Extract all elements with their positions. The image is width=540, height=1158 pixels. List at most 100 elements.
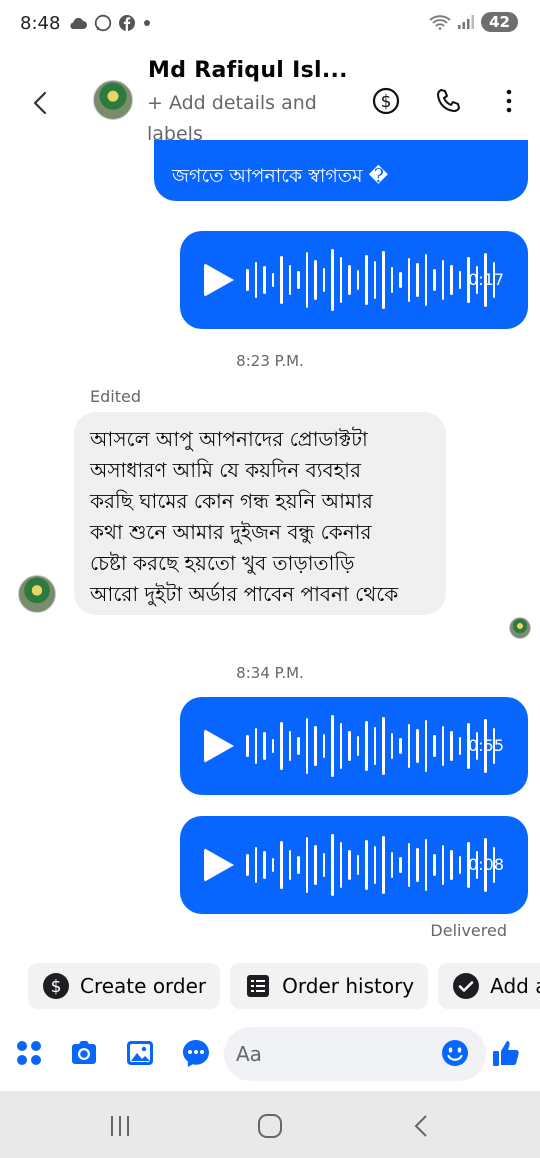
emoji-icon[interactable] <box>440 1038 470 1068</box>
chip-label: Create order <box>80 974 207 998</box>
delivered-status: Delivered <box>430 921 507 940</box>
message-line: অসাধারণ আমি যে কয়দিন ব্যবহার <box>90 458 361 482</box>
chat-icon[interactable] <box>181 1038 211 1068</box>
waveform <box>246 830 495 900</box>
waveform <box>246 245 495 315</box>
more-icon[interactable] <box>494 86 524 116</box>
waveform-bar <box>271 273 274 287</box>
status-bar: 8:48 42 <box>0 0 540 46</box>
wifi-icon <box>429 15 451 30</box>
waveform-bar <box>263 851 266 879</box>
signal-icon <box>458 15 475 29</box>
battery-icon: 42 <box>481 12 518 32</box>
message-line: আরো দুইটা অর্ডার পাবেন পাবনা থেকে <box>90 582 399 606</box>
waveform-bar <box>288 265 291 295</box>
play-icon[interactable] <box>204 848 234 882</box>
svg-text:$: $ <box>381 92 392 112</box>
image-icon[interactable] <box>125 1038 155 1068</box>
waveform-bar <box>458 271 461 289</box>
facebook-icon <box>119 15 136 31</box>
back-arrow-icon[interactable] <box>26 88 56 118</box>
apps-icon[interactable] <box>14 1038 44 1068</box>
back-icon[interactable] <box>405 1109 439 1143</box>
waveform-bar <box>416 729 419 763</box>
audio-message[interactable]: 0:55 <box>180 697 528 795</box>
svg-text:$: $ <box>51 977 62 997</box>
contact-name[interactable]: Md Rafiqul Isl... <box>148 58 348 83</box>
waveform-bar <box>356 270 359 290</box>
chip-label: Add a <box>490 974 540 998</box>
waveform-bar <box>348 850 351 880</box>
waveform-bar <box>331 715 334 777</box>
waveform-bar <box>271 739 274 753</box>
chip-label: Order history <box>282 974 415 998</box>
timestamp: 8:23 P.M. <box>236 352 304 370</box>
waveform-bar <box>373 261 376 299</box>
waveform-bar <box>305 718 308 774</box>
message-text: জগতে আপনাকে স্বাগতম � <box>172 165 389 187</box>
create-order-button[interactable]: $ Create order <box>28 963 221 1009</box>
waveform-bar <box>458 737 461 755</box>
waveform-bar <box>280 722 283 770</box>
waveform-bar <box>390 733 393 759</box>
dollar-icon[interactable]: $ <box>371 86 401 116</box>
waveform-bar <box>424 839 427 891</box>
waveform-bar <box>305 837 308 893</box>
waveform-bar <box>339 842 342 888</box>
waveform-bar <box>433 854 436 876</box>
waveform-bar <box>246 269 249 291</box>
thumbs-up-icon[interactable] <box>491 1038 521 1068</box>
waveform-bar <box>314 260 317 300</box>
contact-avatar[interactable] <box>93 80 133 120</box>
waveform-bar <box>450 850 453 880</box>
waveform-bar <box>390 852 393 878</box>
waveform-bar <box>314 726 317 766</box>
incoming-message[interactable]: আসলে আপু আপনাদের প্রোডাক্টটা অসাধারণ আমি… <box>74 412 446 615</box>
play-icon[interactable] <box>204 729 234 763</box>
message-line: চেষ্টা করছে হয়তো খুব তাড়াতাড়ি <box>90 551 355 575</box>
dot-icon <box>144 20 151 26</box>
waveform-bar <box>322 734 325 758</box>
phone-icon[interactable] <box>433 86 463 116</box>
audio-message[interactable]: 0:08 <box>180 816 528 914</box>
waveform-bar <box>424 254 427 306</box>
waveform-bar <box>441 726 444 766</box>
waveform-bar <box>288 731 291 761</box>
sender-avatar[interactable] <box>18 575 56 613</box>
waveform-bar <box>433 735 436 757</box>
waveform-bar <box>441 260 444 300</box>
waveform-bar <box>382 717 385 775</box>
message-thread[interactable]: জগতে আপনাকে স্বাগতম � 0:17 8:23 P.M. Edi… <box>0 140 540 950</box>
message-line: কথা শুনে আমার দুইজন বন্ধু কেনার <box>90 520 372 544</box>
audio-message[interactable]: 0:17 <box>180 231 528 329</box>
waveform-bar <box>339 723 342 769</box>
waveform-bar <box>246 854 249 876</box>
home-icon[interactable] <box>253 1109 287 1143</box>
waveform-bar <box>339 257 342 303</box>
waveform-bar <box>365 255 368 305</box>
camera-icon[interactable] <box>69 1038 99 1068</box>
order-history-button[interactable]: Order history <box>230 963 429 1009</box>
audio-duration: 0:55 <box>468 736 504 755</box>
add-label-button[interactable]: Add a <box>438 963 540 1009</box>
waveform-bar <box>254 728 257 764</box>
waveform-bar <box>331 249 334 311</box>
waveform-bar <box>348 265 351 295</box>
recent-apps-icon[interactable] <box>103 1109 137 1143</box>
waveform-bar <box>416 848 419 882</box>
waveform-bar <box>314 845 317 885</box>
waveform-bar <box>280 841 283 889</box>
waveform-bar <box>365 721 368 771</box>
dollar-icon: $ <box>43 973 69 999</box>
waveform-bar <box>416 263 419 297</box>
waveform-bar <box>450 731 453 761</box>
waveform-bar <box>263 266 266 294</box>
waveform-bar <box>382 836 385 894</box>
outgoing-message[interactable]: জগতে আপনাকে স্বাগতম � <box>154 140 528 201</box>
waveform-bar <box>271 858 274 872</box>
play-icon[interactable] <box>204 263 234 297</box>
receipt-icon <box>247 975 270 997</box>
waveform-bar <box>382 251 385 309</box>
audio-duration: 0:08 <box>468 855 504 874</box>
check-circle-icon <box>453 973 480 999</box>
